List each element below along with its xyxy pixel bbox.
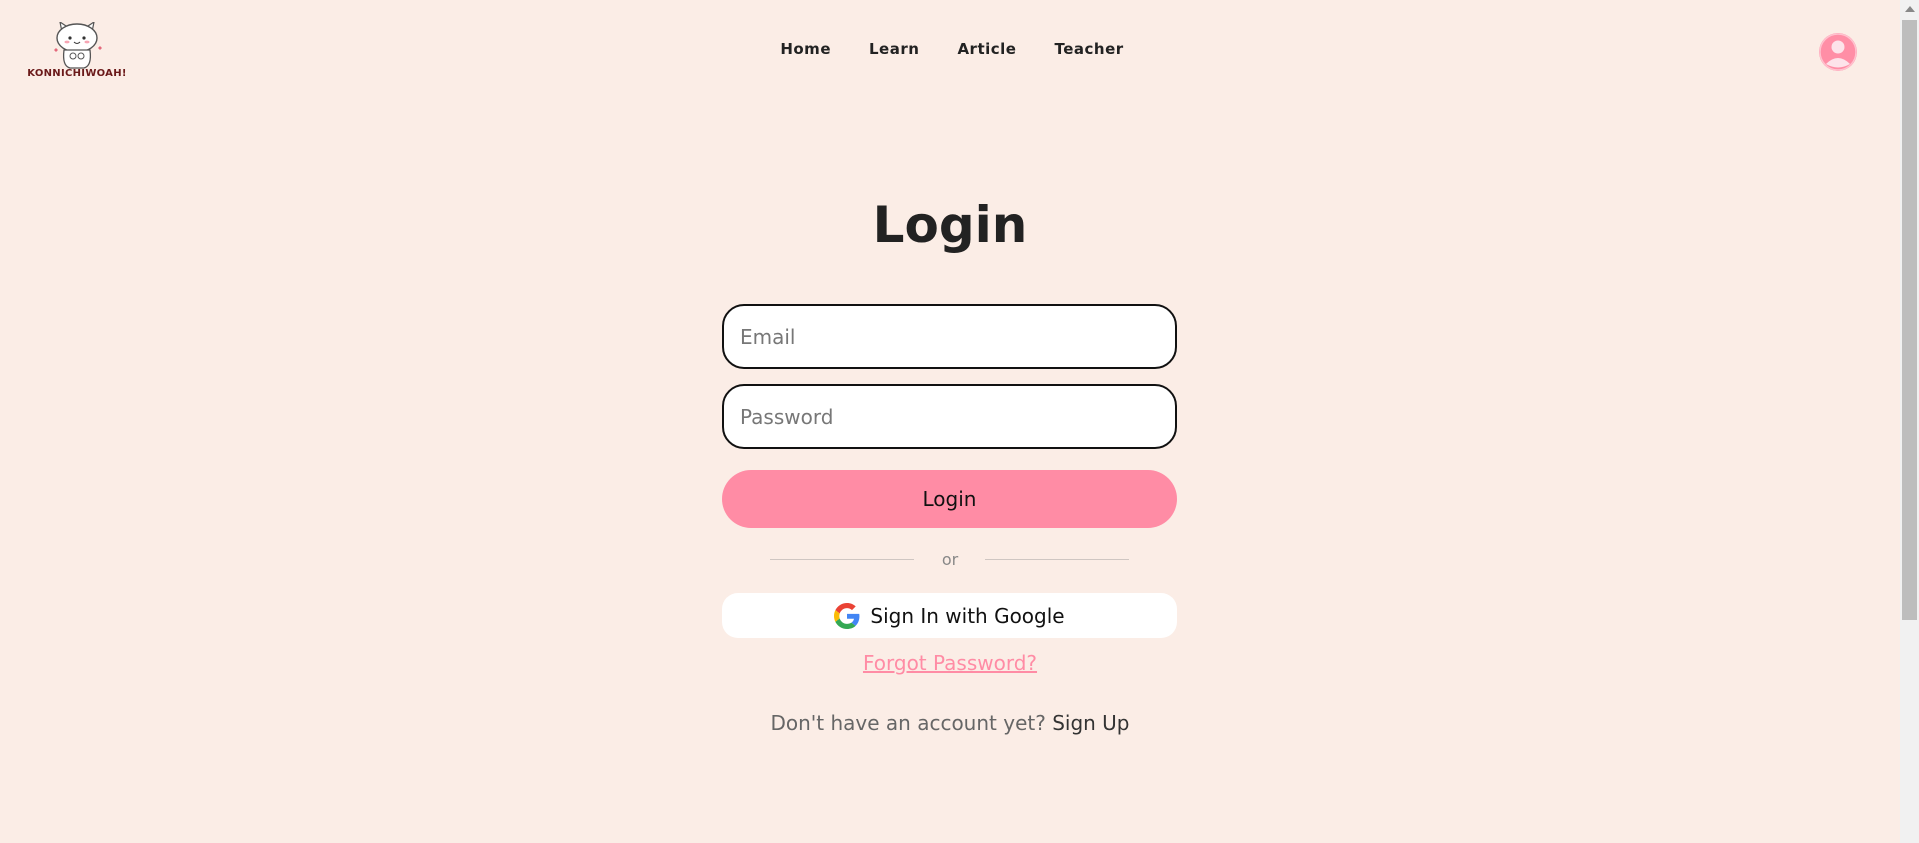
user-avatar-icon[interactable] [1819, 33, 1857, 71]
login-button[interactable]: Login [722, 470, 1177, 528]
nav-article[interactable]: Article [957, 40, 1016, 58]
google-button-label: Sign In with Google [870, 603, 1065, 628]
logo-text: KONNICHIWOAH! [27, 68, 127, 79]
signup-row: Don't have an account yet? Sign Up [0, 711, 1900, 735]
divider-or-text: or [941, 550, 959, 569]
nav-learn[interactable]: Learn [869, 40, 919, 58]
email-field[interactable] [722, 304, 1177, 369]
google-signin-button[interactable]: Sign In with Google [722, 593, 1177, 638]
google-icon [834, 602, 860, 629]
signup-link[interactable]: Sign Up [1052, 711, 1129, 735]
divider-line-left [770, 559, 914, 560]
password-field[interactable] [722, 384, 1177, 449]
page-title: Login [872, 196, 1028, 254]
nav-home[interactable]: Home [780, 40, 831, 58]
scroll-up-arrow-icon[interactable] [1905, 6, 1915, 12]
nav-teacher[interactable]: Teacher [1054, 40, 1123, 58]
forgot-password-link[interactable]: Forgot Password? [863, 651, 1037, 675]
signup-prompt: Don't have an account yet? [770, 711, 1053, 735]
vertical-scrollbar[interactable] [1900, 0, 1919, 843]
top-nav: Home Learn Article Teacher [0, 40, 1899, 58]
forgot-password-row: Forgot Password? [0, 651, 1900, 675]
scrollbar-thumb[interactable] [1902, 20, 1917, 620]
divider-line-right [985, 559, 1129, 560]
